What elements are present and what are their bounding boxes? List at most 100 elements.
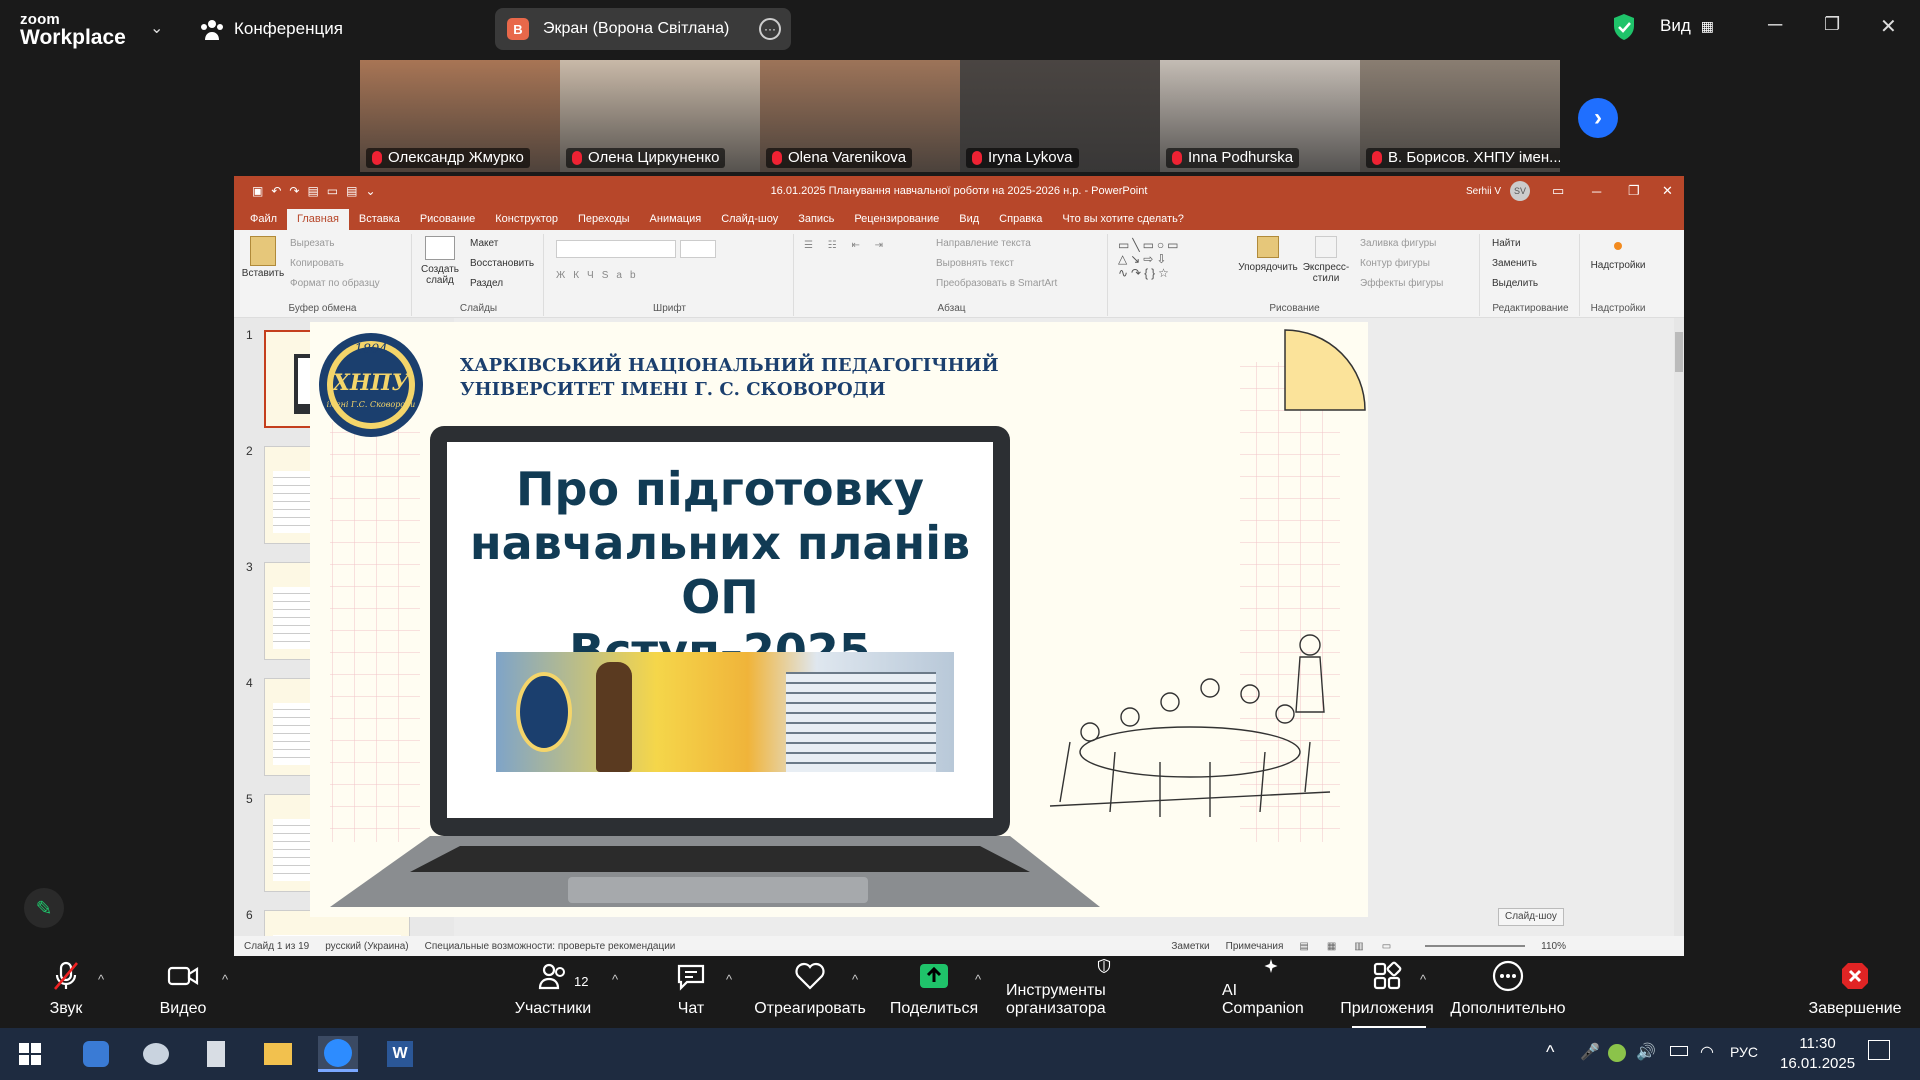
arrange-button[interactable]: Упорядочить	[1238, 236, 1298, 273]
text-direction-button[interactable]: Направление текста	[936, 238, 1031, 249]
host-tools-button[interactable]: Инструменты организатора	[1006, 958, 1202, 1028]
participants-button[interactable]: Участники	[512, 958, 594, 1028]
more-options-icon[interactable]: ···	[759, 18, 781, 40]
replace-button[interactable]: Заменить	[1492, 258, 1537, 269]
network-icon[interactable]: ◠	[1700, 1042, 1714, 1062]
new-slide-button[interactable]: Создать слайд	[418, 236, 462, 286]
chat-caret-icon[interactable]: ^	[726, 972, 732, 987]
minimize-icon[interactable]: ─	[1768, 14, 1782, 37]
ribbon-tab[interactable]: Переходы	[568, 213, 640, 230]
list-buttons[interactable]: ☰ ☷ ⇤ ⇥	[804, 240, 889, 251]
stage-scroll-thumb[interactable]	[1675, 332, 1683, 372]
meeting-info[interactable]: Конференция	[200, 18, 343, 40]
paste-button[interactable]: Вставить	[238, 236, 288, 279]
accessibility-status[interactable]: Специальные возможности: проверьте реком…	[425, 941, 676, 952]
ribbon-tab[interactable]: Конструктор	[485, 213, 568, 230]
restore-icon[interactable]: ❐	[1824, 14, 1840, 35]
view-buttons[interactable]: ▤▦▥▭	[1299, 941, 1409, 952]
ribbon-tab[interactable]: Вид	[949, 213, 989, 230]
video-options-caret-icon[interactable]: ^	[222, 972, 228, 987]
tray-mic-icon[interactable]: 🎤	[1580, 1042, 1600, 1062]
smartart-button[interactable]: Преобразовать в SmartArt	[936, 278, 1057, 289]
zoom-slider[interactable]	[1425, 945, 1526, 947]
ribbon-display-icon[interactable]: ▭	[1552, 183, 1564, 199]
zoom-logo[interactable]: zoom Workplace	[20, 12, 126, 48]
screen-share-indicator[interactable]: В Экран (Ворона Світлана) ···	[495, 8, 791, 50]
notification-center-icon[interactable]	[1868, 1040, 1890, 1060]
ribbon-tab[interactable]: Что вы хотите сделать?	[1052, 213, 1194, 230]
shape-fill-button[interactable]: Заливка фигуры	[1360, 238, 1436, 249]
settings-app-icon[interactable]	[76, 1036, 116, 1072]
participant-tile[interactable]: Олександр Жмурко	[360, 60, 560, 172]
view-button[interactable]: Вид ▦	[1660, 16, 1714, 36]
battery-icon[interactable]	[1670, 1046, 1688, 1056]
quick-styles-button[interactable]: Экспресс-стили	[1300, 236, 1352, 284]
share-caret-icon[interactable]: ^	[975, 972, 981, 987]
shape-outline-button[interactable]: Контур фигуры	[1360, 258, 1430, 269]
zoom-level[interactable]: 110%	[1541, 941, 1566, 952]
react-button[interactable]: Отреагировать	[754, 958, 866, 1028]
ribbon-tab[interactable]: Справка	[989, 213, 1052, 230]
end-meeting-button[interactable]: Завершение	[1808, 958, 1902, 1028]
snipping-tool-icon[interactable]	[136, 1036, 176, 1072]
chevron-down-icon[interactable]: ⌄	[150, 18, 163, 38]
word-taskbar-icon[interactable]: W	[380, 1036, 420, 1072]
tray-app-icon[interactable]	[1608, 1044, 1626, 1062]
react-caret-icon[interactable]: ^	[852, 972, 858, 987]
shape-effects-button[interactable]: Эффекты фигуры	[1360, 278, 1443, 289]
volume-icon[interactable]: 🔊	[1636, 1042, 1656, 1062]
ppt-minimize-icon[interactable]: ─	[1592, 184, 1601, 199]
font-format-buttons[interactable]: ЖКЧSab	[556, 270, 644, 281]
participant-tile[interactable]: Inna Podhurska	[1160, 60, 1360, 172]
input-language[interactable]: РУС	[1730, 1044, 1758, 1060]
participant-tile[interactable]: В. Борисов. ХНПУ імен...	[1360, 60, 1560, 172]
language-indicator[interactable]: русский (Украина)	[325, 941, 408, 952]
zoom-taskbar-icon[interactable]	[318, 1036, 358, 1072]
video-button[interactable]: Видео	[158, 958, 208, 1028]
apps-caret-icon[interactable]: ^	[1420, 972, 1426, 987]
font-name-field[interactable]	[556, 240, 676, 258]
ribbon-tab[interactable]: Рецензирование	[844, 213, 949, 230]
ribbon-tab[interactable]: Рисование	[410, 213, 485, 230]
ai-companion-button[interactable]: AI Companion	[1222, 958, 1320, 1028]
align-text-button[interactable]: Выровнять текст	[936, 258, 1014, 269]
calculator-icon[interactable]	[196, 1036, 236, 1072]
windows-start-icon[interactable]	[10, 1036, 50, 1072]
next-page-arrow-icon[interactable]: ›	[1578, 98, 1618, 138]
audio-options-caret-icon[interactable]: ^	[98, 972, 104, 987]
audio-button[interactable]: Звук	[44, 958, 88, 1028]
ribbon-tab[interactable]: Запись	[788, 213, 844, 230]
chat-button[interactable]: Чат	[674, 958, 708, 1028]
ppt-maximize-icon[interactable]: ❐	[1628, 183, 1640, 199]
participant-tile[interactable]: Olena Varenikova	[760, 60, 960, 172]
ppt-user-avatar[interactable]: SV	[1510, 181, 1530, 201]
notes-button[interactable]: Заметки	[1171, 941, 1209, 952]
file-explorer-icon[interactable]	[258, 1036, 298, 1072]
select-button[interactable]: Выделить	[1492, 278, 1538, 289]
find-button[interactable]: Найти	[1492, 238, 1521, 249]
shapes-gallery[interactable]: ▭╲▭○▭ △↘⇨⇩ ∿↷{}☆	[1118, 238, 1182, 280]
section-button[interactable]: Раздел	[470, 278, 503, 289]
participant-tile[interactable]: Олена Циркуненко	[560, 60, 760, 172]
annotate-pencil-icon[interactable]: ✎	[24, 888, 64, 928]
comments-button[interactable]: Примечания	[1226, 941, 1284, 952]
format-painter-button[interactable]: Формат по образцу	[290, 278, 380, 289]
copy-button[interactable]: Копировать	[290, 258, 344, 269]
layout-button[interactable]: Макет	[470, 238, 498, 249]
participant-tile[interactable]: Iryna Lykova	[960, 60, 1160, 172]
ppt-close-icon[interactable]: ✕	[1662, 183, 1673, 199]
more-button[interactable]: Дополнительно	[1450, 958, 1566, 1028]
addins-button[interactable]: Надстройки	[1586, 238, 1650, 271]
share-button[interactable]: Поделиться	[890, 958, 978, 1028]
ribbon-tab[interactable]: Вставка	[349, 213, 410, 230]
participants-caret-icon[interactable]: ^	[612, 972, 618, 987]
apps-button[interactable]: Приложения	[1340, 958, 1434, 1028]
ribbon-tab[interactable]: Слайд-шоу	[711, 213, 788, 230]
ribbon-tab[interactable]: Главная	[287, 209, 349, 230]
font-size-field[interactable]	[680, 240, 716, 258]
security-shield-icon[interactable]	[1612, 13, 1636, 41]
close-icon[interactable]: ✕	[1880, 14, 1897, 39]
ribbon-tab[interactable]: Файл	[240, 213, 287, 230]
stage-scrollbar[interactable]	[1674, 318, 1684, 936]
ribbon-tab[interactable]: Анимация	[640, 213, 712, 230]
